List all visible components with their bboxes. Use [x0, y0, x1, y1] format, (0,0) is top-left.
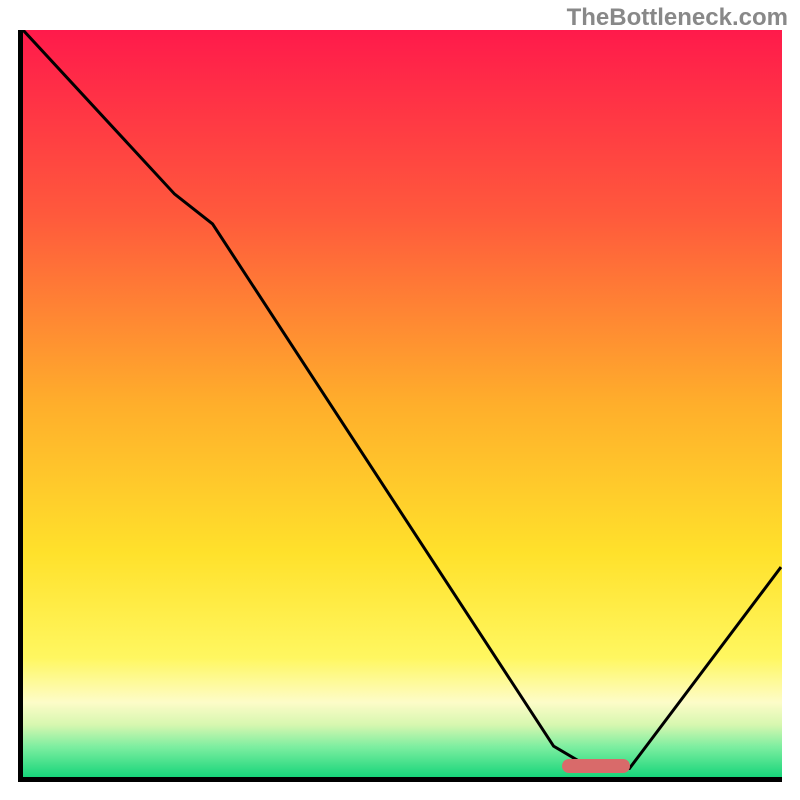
watermark-text: TheBottleneck.com	[567, 4, 788, 32]
plot-area	[18, 30, 782, 782]
curve-layer	[23, 30, 782, 777]
optimal-range-marker	[562, 759, 630, 773]
bottleneck-curve	[23, 30, 781, 769]
chart-container: TheBottleneck.com	[0, 0, 800, 800]
